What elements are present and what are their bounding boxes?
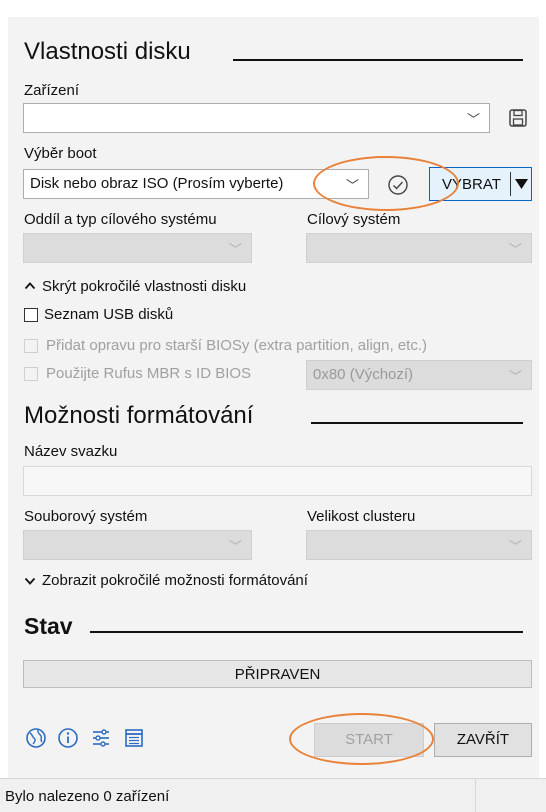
chevron-down-icon: ﹀ [228,242,242,257]
rufus-window: Vlastnosti disku Zařízení ﹀ Výběr boot D… [0,17,546,812]
add-fix-label: Přidat opravu pro starší BIOSy (extra pa… [46,337,427,354]
chevron-down-icon [24,574,36,592]
bios-id-dropdown[interactable]: 0x80 (Výchozí) ﹀ [306,360,532,390]
chevron-down-icon: ﹀ [508,369,522,384]
cluster-size-dropdown[interactable]: ﹀ [306,530,532,560]
format-options-heading: Možnosti formátování [24,402,254,429]
add-fix-checkbox[interactable] [24,339,38,353]
close-button-label: ZAVŘÍT [456,731,510,748]
cluster-size-label: Velikost clusteru [307,508,416,525]
boot-selection-label: Výběr boot [24,145,97,162]
boot-selection-value: Disk nebo obraz ISO (Prosím vyberte) [30,175,284,192]
list-usb-label: Seznam USB disků [44,306,174,323]
close-button[interactable]: ZAVŘÍT [434,723,532,757]
settings-icon[interactable] [90,727,112,754]
log-icon[interactable] [123,727,145,754]
chevron-down-icon: ﹀ [508,242,522,257]
dropdown-arrow-icon [515,177,528,194]
heading-rule [233,59,523,61]
chevron-down-icon: ﹀ [228,539,242,554]
device-dropdown[interactable]: ﹀ [23,103,490,133]
partition-scheme-dropdown[interactable]: ﹀ [23,233,252,263]
status-bar: Bylo nalezeno 0 zařízení [0,778,546,812]
info-icon[interactable] [57,727,79,754]
globe-icon[interactable] [25,727,47,754]
annotation-circle [289,713,434,765]
status-progress-bar: PŘIPRAVEN [23,660,532,688]
target-system-dropdown[interactable]: ﹀ [306,233,532,263]
volume-label-input[interactable] [23,466,532,496]
device-label: Zařízení [24,82,80,99]
file-system-dropdown[interactable]: ﹀ [23,530,252,560]
bios-id-value: 0x80 (Výchozí) [313,366,414,383]
show-advanced-format-label: Zobrazit pokročilé možnosti formátování [42,572,308,589]
chevron-up-icon [24,279,36,297]
use-mbr-label: Použijte Rufus MBR s ID BIOS [46,365,252,382]
target-system-label: Cílový systém [307,211,401,228]
heading-rule [90,631,523,633]
status-progress-text: PŘIPRAVEN [234,666,321,683]
use-mbr-checkbox[interactable] [24,367,38,381]
partition-scheme-label: Oddíl a typ cílového systému [24,211,217,228]
status-heading: Stav [24,613,73,639]
hide-advanced-drive-label: Skrýt pokročilé vlastnosti disku [42,278,247,295]
chevron-down-icon: ﹀ [508,539,522,554]
status-bar-text: Bylo nalezeno 0 zařízení [5,788,170,805]
heading-rule [311,422,523,424]
list-usb-checkbox[interactable] [24,308,38,322]
file-system-label: Souborový systém [24,508,148,525]
status-bar-divider [475,779,476,812]
volume-label-label: Název svazku [24,443,118,460]
split-divider [510,172,511,196]
annotation-circle [313,156,459,211]
drive-properties-heading: Vlastnosti disku [24,38,191,65]
save-icon[interactable] [508,108,528,133]
chevron-down-icon: ﹀ [466,112,480,127]
